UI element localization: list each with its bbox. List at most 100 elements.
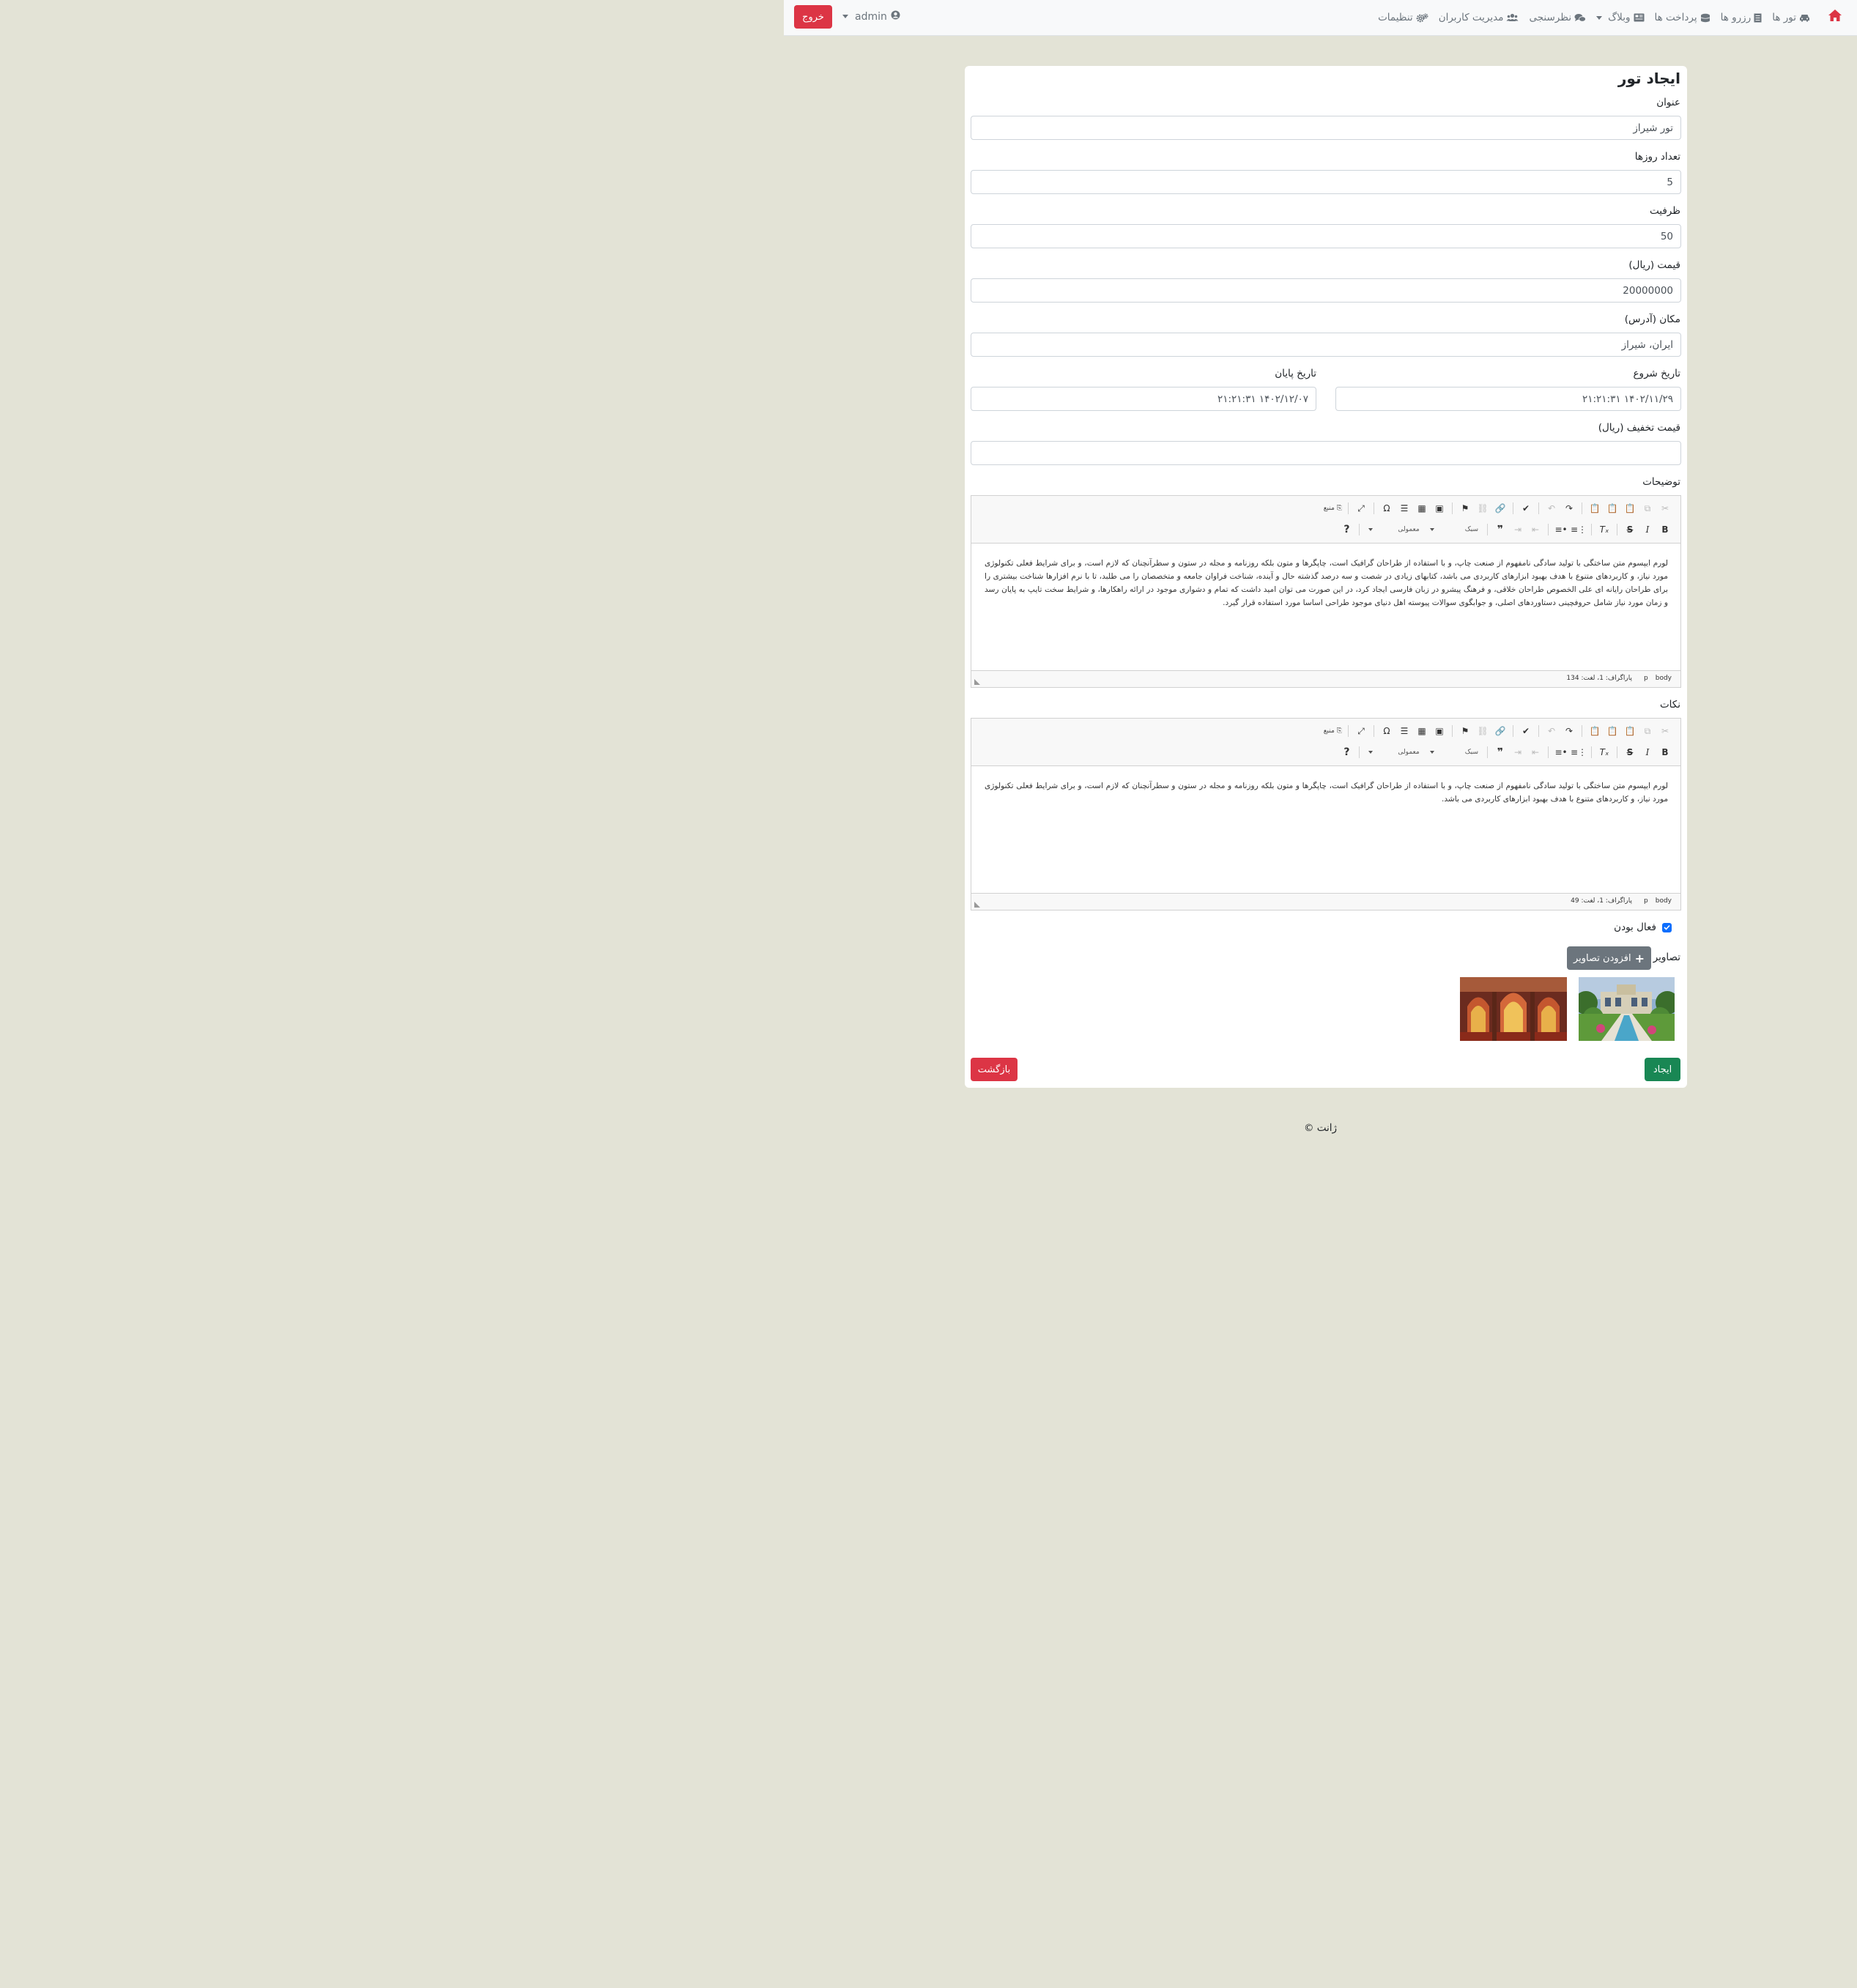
image-icon[interactable]: ▣ bbox=[1433, 724, 1446, 738]
table-icon[interactable]: ▦ bbox=[1415, 502, 1428, 515]
unlink-icon[interactable]: ⛓ bbox=[1476, 502, 1489, 515]
paste-icon[interactable]: 📋 bbox=[1623, 724, 1637, 738]
nav-survey[interactable]: نظرسنجی bbox=[1529, 12, 1586, 23]
format-dropdown[interactable]: معمولی bbox=[1365, 749, 1422, 756]
resize-handle-icon[interactable] bbox=[974, 902, 980, 908]
tour-image-garden[interactable] bbox=[1579, 977, 1675, 1041]
toolbar-row-2: B I S Tₓ ⋮≡ •≡ ⇤ ⇥ ❞ سبک معمولی ? bbox=[1340, 746, 1672, 759]
cut-icon[interactable]: ✂ bbox=[1658, 502, 1672, 515]
bulleted-list-icon[interactable]: •≡ bbox=[1554, 523, 1568, 536]
nav-tours[interactable]: تور ها bbox=[1772, 12, 1810, 23]
paste-icon[interactable]: 📋 bbox=[1623, 502, 1637, 515]
path-body[interactable]: body bbox=[1656, 897, 1672, 905]
title-input[interactable] bbox=[971, 116, 1681, 140]
active-checkbox[interactable] bbox=[1662, 922, 1672, 932]
capacity-input[interactable] bbox=[971, 224, 1681, 248]
add-images-button[interactable]: + افزودن تصاویر bbox=[1567, 946, 1651, 970]
start-date-input[interactable] bbox=[1335, 387, 1681, 411]
indent-icon[interactable]: ⇥ bbox=[1511, 746, 1524, 759]
copy-icon[interactable]: ⧉ bbox=[1641, 502, 1654, 515]
maximize-icon[interactable]: ⤢ bbox=[1354, 724, 1368, 738]
home-icon[interactable] bbox=[1828, 9, 1842, 23]
maximize-icon[interactable]: ⤢ bbox=[1354, 502, 1368, 515]
nav-settings[interactable]: تنظیمات bbox=[1378, 12, 1428, 23]
link-icon[interactable]: 🔗 bbox=[1494, 724, 1507, 738]
outdent-icon[interactable]: ⇤ bbox=[1529, 523, 1542, 536]
notes-editor-body[interactable]: لورم ایپسوم متن ساختگی با تولید سادگی نا… bbox=[971, 766, 1680, 892]
bold-icon[interactable]: B bbox=[1658, 523, 1672, 536]
location-input[interactable] bbox=[971, 333, 1681, 357]
nav-users[interactable]: مدیریت کاربران bbox=[1439, 12, 1519, 23]
redo-icon[interactable]: ↷ bbox=[1563, 724, 1576, 738]
copy-icon[interactable]: ⧉ bbox=[1641, 724, 1654, 738]
bold-icon[interactable]: B bbox=[1658, 746, 1672, 759]
horizontal-rule-icon[interactable]: ☰ bbox=[1398, 724, 1411, 738]
special-char-icon[interactable]: Ω bbox=[1380, 502, 1393, 515]
paste-word-icon[interactable]: 📋 bbox=[1588, 502, 1601, 515]
indent-icon[interactable]: ⇥ bbox=[1511, 523, 1524, 536]
user-menu[interactable]: admin bbox=[842, 10, 900, 23]
path-p[interactable]: p bbox=[1644, 675, 1648, 682]
spellcheck-icon[interactable]: ✔ bbox=[1519, 502, 1532, 515]
toolbar-separator bbox=[1359, 746, 1360, 758]
path-p[interactable]: p bbox=[1644, 897, 1648, 905]
special-char-icon[interactable]: Ω bbox=[1380, 724, 1393, 738]
nav-blog[interactable]: وبلاگ bbox=[1596, 12, 1645, 23]
bulleted-list-icon[interactable]: •≡ bbox=[1554, 746, 1568, 759]
back-button[interactable]: بازگشت bbox=[971, 1058, 1018, 1081]
help-icon[interactable]: ? bbox=[1340, 746, 1353, 759]
days-label: تعداد روزها bbox=[1634, 151, 1680, 163]
spellcheck-icon[interactable]: ✔ bbox=[1519, 724, 1532, 738]
source-label: منبع bbox=[1323, 727, 1335, 735]
path-body[interactable]: body bbox=[1656, 675, 1672, 682]
link-icon[interactable]: 🔗 bbox=[1494, 502, 1507, 515]
nav-reservations[interactable]: رزرو ها bbox=[1721, 12, 1763, 23]
end-date-input[interactable] bbox=[971, 387, 1316, 411]
strikethrough-icon[interactable]: S bbox=[1623, 523, 1637, 536]
style-dropdown[interactable]: سبک bbox=[1427, 749, 1481, 756]
toolbar-row-1: ✂ ⧉ 📋 📋 📋 ↷ ↶ ✔ 🔗 ⛓ ⚑ ▣ ▦ ☰ Ω ⤢ ⎘ منبع bbox=[1324, 502, 1672, 515]
remove-format-icon[interactable]: Tₓ bbox=[1598, 746, 1611, 759]
italic-icon[interactable]: I bbox=[1641, 746, 1654, 759]
users-icon bbox=[1506, 13, 1519, 22]
days-input[interactable] bbox=[971, 170, 1681, 194]
logout-button[interactable]: خروج bbox=[794, 5, 832, 29]
resize-handle-icon[interactable] bbox=[974, 679, 980, 685]
source-button[interactable]: ⎘ منبع bbox=[1324, 727, 1342, 735]
numbered-list-icon[interactable]: ⋮≡ bbox=[1571, 746, 1587, 759]
price-input[interactable] bbox=[971, 278, 1681, 303]
format-dropdown[interactable]: معمولی bbox=[1365, 526, 1422, 533]
cut-icon[interactable]: ✂ bbox=[1658, 724, 1672, 738]
discount-input[interactable] bbox=[971, 441, 1681, 465]
remove-format-icon[interactable]: Tₓ bbox=[1598, 523, 1611, 536]
outdent-icon[interactable]: ⇤ bbox=[1529, 746, 1542, 759]
create-button[interactable]: ایجاد bbox=[1645, 1058, 1680, 1081]
tour-image-mosque[interactable] bbox=[1460, 977, 1567, 1041]
redo-icon[interactable]: ↷ bbox=[1563, 502, 1576, 515]
undo-icon[interactable]: ↶ bbox=[1545, 502, 1558, 515]
blockquote-icon[interactable]: ❞ bbox=[1494, 746, 1507, 759]
paste-text-icon[interactable]: 📋 bbox=[1606, 724, 1619, 738]
anchor-flag-icon[interactable]: ⚑ bbox=[1458, 502, 1472, 515]
undo-icon[interactable]: ↶ bbox=[1545, 724, 1558, 738]
source-button[interactable]: ⎘ منبع bbox=[1324, 505, 1342, 512]
chevron-down-icon bbox=[1368, 751, 1374, 754]
blockquote-icon[interactable]: ❞ bbox=[1494, 523, 1507, 536]
help-icon[interactable]: ? bbox=[1340, 523, 1353, 536]
image-icon[interactable]: ▣ bbox=[1433, 502, 1446, 515]
horizontal-rule-icon[interactable]: ☰ bbox=[1398, 502, 1411, 515]
table-icon[interactable]: ▦ bbox=[1415, 724, 1428, 738]
numbered-list-icon[interactable]: ⋮≡ bbox=[1571, 523, 1587, 536]
active-label: فعال بودن bbox=[1614, 921, 1656, 933]
toolbar-separator bbox=[1548, 746, 1549, 758]
editor-status-bar: body p پاراگراف: 1، لغت: 134 bbox=[971, 670, 1680, 687]
description-editor-body[interactable]: لورم ایپسوم متن ساختگی با تولید سادگی نا… bbox=[971, 544, 1680, 670]
unlink-icon[interactable]: ⛓ bbox=[1476, 724, 1489, 738]
nav-payments[interactable]: پرداخت ها bbox=[1655, 12, 1710, 23]
italic-icon[interactable]: I bbox=[1641, 523, 1654, 536]
paste-word-icon[interactable]: 📋 bbox=[1588, 724, 1601, 738]
paste-text-icon[interactable]: 📋 bbox=[1606, 502, 1619, 515]
strikethrough-icon[interactable]: S bbox=[1623, 746, 1637, 759]
anchor-flag-icon[interactable]: ⚑ bbox=[1458, 724, 1472, 738]
style-dropdown[interactable]: سبک bbox=[1427, 526, 1481, 533]
